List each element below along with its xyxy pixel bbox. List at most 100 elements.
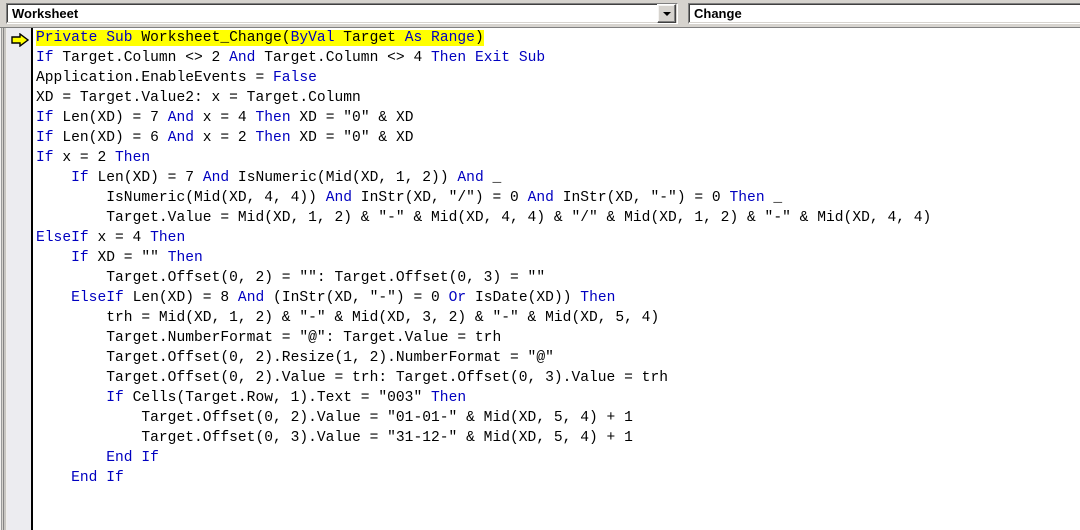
code-text: IsNumeric(Mid(XD, 1, 2)) <box>229 170 458 186</box>
code-line[interactable]: trh = Mid(XD, 1, 2) & "-" & Mid(XD, 3, 2… <box>33 308 1080 328</box>
code-keyword: Then <box>167 250 203 266</box>
code-line[interactable]: If Len(XD) = 7 And x = 4 Then XD = "0" &… <box>33 108 1080 128</box>
code-text: Target.Offset(0, 3).Value = "31-12-" & M… <box>141 430 633 446</box>
code-line-content: If Cells(Target.Row, 1).Text = "003" The… <box>106 390 466 406</box>
code-line[interactable]: If Target.Column <> 2 And Target.Column … <box>33 48 1080 68</box>
code-line-content: If Len(XD) = 7 And x = 4 Then XD = "0" &… <box>36 110 414 126</box>
code-keyword: And <box>325 190 353 206</box>
code-line-content: If Len(XD) = 7 And IsNumeric(Mid(XD, 1, … <box>71 170 501 186</box>
code-text: Target.Offset(0, 2).Resize(1, 2).NumberF… <box>106 350 554 366</box>
code-keyword: Exit <box>474 50 511 66</box>
code-line[interactable]: Private Sub Worksheet_Change(ByVal Targe… <box>33 28 1080 48</box>
code-line[interactable]: ElseIf Len(XD) = 8 And (InStr(XD, "-") =… <box>33 288 1080 308</box>
code-line-content: Target.Offset(0, 2).Value = trh: Target.… <box>106 370 668 386</box>
code-line[interactable]: XD = Target.Value2: x = Target.Column <box>33 88 1080 108</box>
code-text: Target.Value = Mid(XD, 1, 2) & "-" & Mid… <box>106 210 932 226</box>
code-keyword: If <box>36 150 54 166</box>
code-keyword: Then <box>255 110 291 126</box>
code-line-content: Target.Offset(0, 3).Value = "31-12-" & M… <box>141 430 633 446</box>
code-text: InStr(XD, "-") = 0 <box>553 190 730 206</box>
code-line[interactable]: Target.NumberFormat = "@": Target.Value … <box>33 328 1080 348</box>
code-text: ) <box>474 30 484 46</box>
code-editor-pane[interactable]: Private Sub Worksheet_Change(ByVal Targe… <box>0 28 1080 530</box>
code-keyword: Then <box>115 150 151 166</box>
code-line[interactable]: Target.Offset(0, 2) = "": Target.Offset(… <box>33 268 1080 288</box>
code-line-content: XD = Target.Value2: x = Target.Column <box>36 90 361 106</box>
code-line[interactable]: If XD = "" Then <box>33 248 1080 268</box>
code-text: x = 2 <box>194 130 256 146</box>
code-text: XD = Target.Value2: x = Target.Column <box>36 90 361 106</box>
code-keyword: And <box>202 170 230 186</box>
code-line-content: Target.NumberFormat = "@": Target.Value … <box>106 330 501 346</box>
code-keyword: If <box>141 450 159 466</box>
code-text: Len(XD) = 8 <box>123 290 238 306</box>
code-line[interactable]: Target.Value = Mid(XD, 1, 2) & "-" & Mid… <box>33 208 1080 228</box>
code-line-content: If x = 2 Then <box>36 150 150 166</box>
code-text: trh = Mid(XD, 1, 2) & "-" & Mid(XD, 3, 2… <box>106 310 660 326</box>
code-line[interactable]: If Cells(Target.Row, 1).Text = "003" The… <box>33 388 1080 408</box>
code-keyword: If <box>36 130 54 146</box>
code-text: _ <box>483 170 502 186</box>
code-keyword: Then <box>150 230 186 246</box>
code-line-content: Target.Offset(0, 2).Value = "01-01-" & M… <box>141 410 633 426</box>
code-line-content: If XD = "" Then <box>71 250 203 266</box>
code-text: Application.EnableEvents = <box>36 70 273 86</box>
code-line-content: trh = Mid(XD, 1, 2) & "-" & Mid(XD, 3, 2… <box>106 310 659 326</box>
code-line[interactable]: Target.Offset(0, 2).Value = "01-01-" & M… <box>33 408 1080 428</box>
code-text-area[interactable]: Private Sub Worksheet_Change(ByVal Targe… <box>33 28 1080 530</box>
code-text: Len(XD) = 7 <box>88 170 203 186</box>
code-margin-indicator-bar[interactable] <box>7 28 33 530</box>
code-text: Worksheet_Change( <box>132 30 291 46</box>
code-line[interactable]: If Len(XD) = 7 And IsNumeric(Mid(XD, 1, … <box>33 168 1080 188</box>
code-line-content: Target.Offset(0, 2).Resize(1, 2).NumberF… <box>106 350 554 366</box>
code-keyword: If <box>106 470 124 486</box>
code-keyword: And <box>457 170 484 186</box>
code-keyword: If <box>106 390 124 406</box>
code-text: Target.Offset(0, 2).Value = trh: Target.… <box>106 370 669 386</box>
procedure-dropdown-value: Change <box>694 6 742 21</box>
code-keyword: And <box>167 130 195 146</box>
code-line-content: Application.EnableEvents = False <box>36 70 317 86</box>
code-text: Target.Offset(0, 2) = "": Target.Offset(… <box>106 270 546 286</box>
code-line[interactable]: Application.EnableEvents = False <box>33 68 1080 88</box>
code-line[interactable]: If x = 2 Then <box>33 148 1080 168</box>
code-text: Target <box>334 30 405 46</box>
code-keyword: If <box>36 110 54 126</box>
code-line[interactable]: Target.Offset(0, 3).Value = "31-12-" & M… <box>33 428 1080 448</box>
code-line[interactable]: End If <box>33 468 1080 488</box>
code-text: XD = "0" & XD <box>290 110 414 126</box>
code-keyword: If <box>71 170 89 186</box>
code-keyword: ByVal <box>290 30 335 46</box>
code-line[interactable]: IsNumeric(Mid(XD, 4, 4)) And InStr(XD, "… <box>33 188 1080 208</box>
object-dropdown-button[interactable] <box>657 4 676 23</box>
code-keyword: End <box>106 450 133 466</box>
yellow-right-arrow-icon[interactable] <box>11 33 29 47</box>
code-line-content: End If <box>106 450 159 466</box>
code-line[interactable]: Target.Offset(0, 2).Resize(1, 2).NumberF… <box>33 348 1080 368</box>
code-line[interactable]: ElseIf x = 4 Then <box>33 228 1080 248</box>
code-keyword: Private <box>36 30 98 46</box>
code-line-content: IsNumeric(Mid(XD, 4, 4)) And InStr(XD, "… <box>106 190 782 206</box>
code-line-content: If Target.Column <> 2 And Target.Column … <box>36 50 545 66</box>
object-dropdown-value: Worksheet <box>12 6 79 21</box>
object-dropdown[interactable]: Worksheet <box>6 3 678 24</box>
code-text: Target.Offset(0, 2).Value = "01-01-" & M… <box>141 410 633 426</box>
code-line[interactable]: If Len(XD) = 6 And x = 2 Then XD = "0" &… <box>33 128 1080 148</box>
code-text: (InStr(XD, "-") = 0 <box>264 290 449 306</box>
code-line[interactable]: End If <box>33 448 1080 468</box>
code-line[interactable]: Target.Offset(0, 2).Value = trh: Target.… <box>33 368 1080 388</box>
procedure-dropdown[interactable]: Change <box>688 3 1080 24</box>
code-text: XD = "" <box>88 250 168 266</box>
code-line-content: ElseIf x = 4 Then <box>36 230 185 246</box>
